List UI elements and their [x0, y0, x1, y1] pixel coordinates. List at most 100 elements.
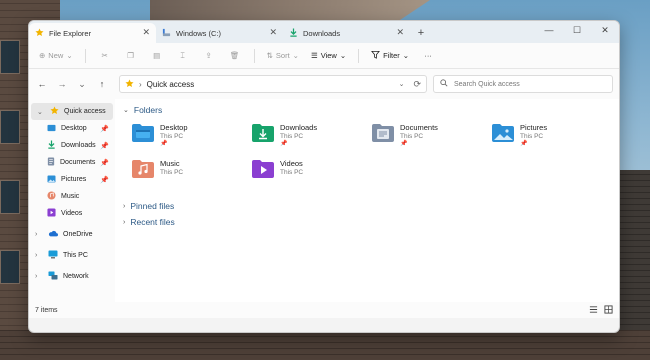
- folder-name: Downloads: [280, 123, 318, 132]
- music-icon: [47, 191, 56, 202]
- share-icon: ⇪: [205, 51, 212, 60]
- details-view-icon[interactable]: [589, 305, 598, 316]
- folder-name: Pictures: [520, 123, 548, 132]
- folder-item[interactable]: Music This PC: [131, 159, 251, 189]
- refresh-icon[interactable]: ⟳: [413, 79, 421, 90]
- rename-button[interactable]: ⌶: [172, 46, 194, 66]
- close-tab-icon[interactable]: ✕: [396, 27, 404, 38]
- forward-arrow-icon[interactable]: →: [55, 79, 69, 89]
- trash-icon: 🗑: [229, 51, 240, 60]
- sidebar-item-label: Music: [61, 193, 80, 200]
- folder-item[interactable]: Downloads This PC 📌: [251, 123, 371, 153]
- sidebar-item-this-pc[interactable]: › This PC: [29, 247, 115, 264]
- sidebar-item-quick-access[interactable]: ⌄ Quick access: [31, 103, 113, 120]
- content-area: ⌄ Quick access Desktop 📌 Downloads 📌 Doc…: [29, 99, 619, 302]
- folder-name: Videos: [280, 159, 303, 168]
- sort-button-label: Sort: [275, 51, 290, 60]
- sidebar-item-music[interactable]: Music: [29, 188, 115, 205]
- close-tab-icon[interactable]: ✕: [142, 27, 150, 38]
- new-tab-button[interactable]: +: [410, 23, 432, 43]
- chevron-down-icon[interactable]: ⌄: [37, 108, 45, 116]
- folder-item[interactable]: Documents This PC 📌: [371, 123, 491, 153]
- view-button[interactable]: ☰ View ⌄: [307, 46, 350, 66]
- chevron-down-icon[interactable]: ⌄: [399, 80, 405, 88]
- tab-windows-c[interactable]: Windows (C:) ✕: [156, 23, 283, 43]
- folders-section-header[interactable]: ⌄ Folders: [123, 103, 611, 117]
- sidebar-item-pictures[interactable]: Pictures 📌: [29, 171, 115, 188]
- videos-folder-icon: [251, 159, 275, 179]
- pin-icon: 📌: [100, 176, 109, 184]
- download-arrow-icon: [47, 140, 56, 151]
- chevron-right-icon[interactable]: ›: [35, 252, 43, 259]
- cloud-icon: [48, 230, 58, 239]
- back-arrow-icon[interactable]: ←: [35, 79, 49, 89]
- rename-icon: ⌶: [180, 50, 185, 60]
- new-button-label: New: [48, 51, 64, 60]
- address-bar[interactable]: › Quick access ⌄ ⟳: [119, 75, 427, 93]
- documents-folder-icon: [371, 123, 395, 143]
- copy-button[interactable]: ❐: [120, 46, 142, 66]
- sidebar-item-label: Quick access: [64, 108, 106, 115]
- star-icon: [125, 78, 134, 90]
- breadcrumb[interactable]: Quick access: [147, 80, 195, 89]
- title-bar: File Explorer ✕ Windows (C:) ✕ Downloads…: [29, 21, 619, 43]
- video-icon: [47, 208, 56, 219]
- desktop-folder-icon: [47, 124, 56, 134]
- tab-label: File Explorer: [49, 28, 92, 38]
- tab-downloads[interactable]: Downloads ✕: [283, 23, 410, 43]
- status-bar: 7 items: [29, 302, 619, 318]
- chevron-right-icon[interactable]: ›: [35, 273, 43, 280]
- folder-item[interactable]: Videos This PC: [251, 159, 371, 189]
- network-icon: [48, 271, 58, 282]
- search-icon: [440, 79, 448, 89]
- chevron-right-icon[interactable]: ›: [123, 203, 125, 210]
- more-icon: ···: [424, 51, 432, 60]
- filter-button-label: Filter: [383, 51, 400, 60]
- filter-button[interactable]: Filter ⌄: [367, 46, 413, 66]
- sidebar-item-downloads[interactable]: Downloads 📌: [29, 137, 115, 154]
- sidebar-item-onedrive[interactable]: › OneDrive: [29, 226, 115, 243]
- paste-button[interactable]: ▤: [146, 46, 168, 66]
- sidebar-item-label: This PC: [63, 252, 88, 259]
- tab-file-explorer[interactable]: File Explorer ✕: [29, 23, 156, 43]
- item-count: 7 items: [35, 306, 58, 314]
- sidebar-item-network[interactable]: › Network: [29, 268, 115, 285]
- sidebar-item-label: Pictures: [61, 176, 87, 183]
- sort-button[interactable]: ⇅ Sort ⌄: [263, 46, 303, 66]
- folder-name: Music: [160, 159, 180, 168]
- maximize-icon[interactable]: ☐: [563, 21, 591, 39]
- pin-icon: 📌: [400, 141, 408, 147]
- search-input[interactable]: Search Quick access: [433, 75, 613, 93]
- folder-item[interactable]: Pictures This PC 📌: [491, 123, 611, 153]
- more-options-button[interactable]: ···: [417, 46, 439, 66]
- sidebar-item-label: Videos: [61, 210, 83, 217]
- view-list-icon: ☰: [310, 51, 318, 60]
- minimize-icon[interactable]: —: [535, 21, 563, 39]
- close-window-icon[interactable]: ✕: [591, 21, 619, 39]
- share-button[interactable]: ⇪: [198, 46, 220, 66]
- music-folder-icon: [131, 159, 155, 179]
- new-button[interactable]: ⊕ New ⌄: [35, 46, 77, 66]
- star-icon: [35, 27, 44, 39]
- tiles-view-icon[interactable]: [604, 305, 613, 316]
- folder-location: This PC: [400, 133, 424, 140]
- recent-files-section-header[interactable]: › Recent files: [123, 215, 611, 229]
- delete-button[interactable]: 🗑: [224, 46, 246, 66]
- close-tab-icon[interactable]: ✕: [269, 27, 277, 38]
- chevron-down-icon[interactable]: ⌄: [123, 106, 129, 114]
- section-title: Recent files: [130, 217, 175, 227]
- sidebar-item-label: OneDrive: [63, 231, 93, 238]
- sidebar-item-desktop[interactable]: Desktop 📌: [29, 120, 115, 137]
- recent-locations-icon[interactable]: ⌄: [75, 79, 89, 90]
- pin-icon: 📌: [160, 141, 168, 147]
- cut-button[interactable]: ✂: [94, 46, 116, 66]
- folder-item[interactable]: Desktop This PC 📌: [131, 123, 251, 153]
- sidebar-item-videos[interactable]: Videos: [29, 205, 115, 222]
- up-arrow-icon[interactable]: ↑: [95, 79, 109, 89]
- window-controls: — ☐ ✕: [535, 21, 619, 39]
- sidebar-item-documents[interactable]: Documents 📌: [29, 154, 115, 171]
- scissors-icon: ✂: [101, 51, 108, 60]
- pinned-files-section-header[interactable]: › Pinned files: [123, 199, 611, 213]
- chevron-right-icon[interactable]: ›: [123, 219, 125, 226]
- chevron-right-icon[interactable]: ›: [35, 231, 43, 238]
